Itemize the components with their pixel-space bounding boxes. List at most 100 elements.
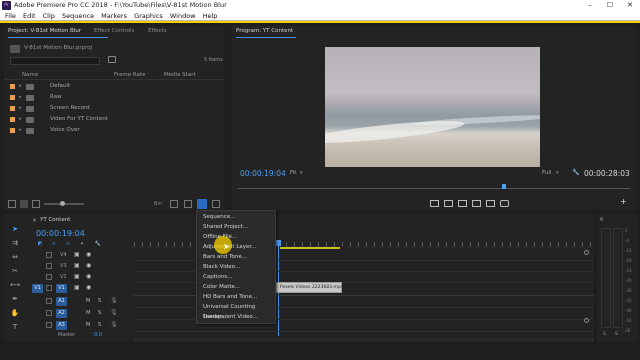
hand-tool-icon[interactable]: ✋ xyxy=(10,308,20,318)
track-target-a1[interactable]: A1 xyxy=(56,297,67,306)
icon-view-icon[interactable] xyxy=(32,200,40,208)
chevron-down-icon[interactable]: ▾ xyxy=(556,170,559,176)
scroll-handle[interactable] xyxy=(584,318,589,323)
new-search-bin-icon[interactable] xyxy=(108,56,116,63)
menu-clip[interactable]: Clip xyxy=(43,11,55,21)
writable-lock-icon[interactable] xyxy=(8,200,16,208)
chevron-down-icon[interactable]: ▾ xyxy=(300,170,303,176)
scroll-handle[interactable] xyxy=(584,250,589,255)
column-media-start[interactable]: Media Start xyxy=(164,70,196,80)
mute-toggle[interactable]: M xyxy=(86,322,90,328)
list-item[interactable]: ▸ Default xyxy=(4,81,224,92)
track-sync-lock-icon[interactable]: ▣ xyxy=(74,284,80,291)
mute-toggle[interactable]: M xyxy=(86,310,90,316)
track-select-tool-icon[interactable]: ⇉ xyxy=(10,238,20,248)
close-tab-icon[interactable]: × xyxy=(32,217,37,224)
snap-magnet-icon[interactable]: ∩ xyxy=(50,240,58,248)
comparison-view-icon[interactable] xyxy=(472,200,481,207)
track-lock-icon[interactable] xyxy=(46,310,52,316)
safe-margins-icon[interactable] xyxy=(458,200,467,207)
menu-item-transparent-video[interactable]: Transparent Video... xyxy=(203,312,277,322)
list-item[interactable]: ▸ Screen Record xyxy=(4,103,224,114)
track-target-v1[interactable]: V1 xyxy=(56,284,67,293)
disclosure-triangle-icon[interactable]: ▸ xyxy=(19,103,22,114)
zoom-slider-handle[interactable] xyxy=(60,201,65,206)
menu-sequence[interactable]: Sequence xyxy=(62,11,94,21)
track-target-a3[interactable]: A3 xyxy=(56,321,67,330)
menu-item-sequence[interactable]: Sequence... xyxy=(203,212,277,222)
tab-effects[interactable]: Effects xyxy=(148,26,167,37)
horizontal-scrollbar[interactable] xyxy=(134,338,594,341)
disclosure-triangle-icon[interactable]: ▸ xyxy=(19,81,22,92)
tab-effect-controls[interactable]: Effect Controls xyxy=(94,26,134,37)
master-volume-value[interactable]: 0.0 xyxy=(94,332,102,338)
program-monitor-title[interactable]: Program: YT Content xyxy=(236,26,293,37)
track-eye-icon[interactable]: ◉ xyxy=(86,273,91,280)
clear-icon[interactable] xyxy=(212,200,220,208)
new-bin-icon[interactable] xyxy=(184,200,192,208)
add-button-icon[interactable]: + xyxy=(620,197,627,206)
track-lock-icon[interactable] xyxy=(46,274,52,280)
minimize-button[interactable]: – xyxy=(580,0,600,11)
search-input[interactable] xyxy=(10,57,100,65)
menu-item-bars-and-tone[interactable]: Bars and Tone... xyxy=(203,252,277,262)
list-item[interactable]: ▸ Video For YT Content xyxy=(4,114,224,125)
track-sync-lock-icon[interactable]: ▣ xyxy=(74,251,80,258)
track-sync-lock-icon[interactable]: ▣ xyxy=(74,273,80,280)
track-lock-icon[interactable] xyxy=(46,285,52,291)
wrench-icon[interactable]: 🔧 xyxy=(572,169,579,176)
solo-right-button[interactable]: S xyxy=(615,332,618,337)
video-clip[interactable]: Pexels Videos 2223683.mp4 xyxy=(276,282,344,293)
add-marker-icon[interactable]: ▾ xyxy=(78,240,86,248)
type-tool-icon[interactable]: T xyxy=(10,322,20,332)
track-lock-icon[interactable] xyxy=(46,263,52,269)
menu-markers[interactable]: Markers xyxy=(101,11,127,21)
voice-over-record-icon[interactable]: 🎙 xyxy=(110,309,118,316)
column-name[interactable]: Name xyxy=(22,70,38,80)
program-timecode[interactable]: 00:00:19:04 xyxy=(240,169,286,178)
menu-help[interactable]: Help xyxy=(203,11,218,21)
fit-dropdown[interactable]: Fit xyxy=(290,170,296,176)
solo-toggle[interactable]: S xyxy=(98,298,101,304)
track-lock-icon[interactable] xyxy=(46,298,52,304)
playback-scrubber[interactable] xyxy=(238,188,630,189)
track-eye-icon[interactable]: ◉ xyxy=(86,284,91,291)
mute-toggle[interactable]: M xyxy=(86,298,90,304)
voice-over-record-icon[interactable]: 🎙 xyxy=(110,321,118,328)
menu-item-captions[interactable]: Captions... xyxy=(203,272,277,282)
resolution-dropdown[interactable]: Full xyxy=(542,170,551,176)
disclosure-triangle-icon[interactable]: ▸ xyxy=(19,114,22,125)
vr-video-icon[interactable] xyxy=(486,200,495,207)
track-eye-icon[interactable]: ◉ xyxy=(86,251,91,258)
tab-sequence[interactable]: YT Content xyxy=(40,217,70,223)
close-tab-icon[interactable]: × xyxy=(599,216,604,223)
new-item-button[interactable] xyxy=(197,199,207,209)
menu-edit[interactable]: Edit xyxy=(23,11,36,21)
export-frame-camera-icon[interactable] xyxy=(500,200,509,207)
menu-item-hd-bars-and-tone[interactable]: HD Bars and Tone... xyxy=(203,292,277,302)
timeline-settings-wrench-icon[interactable]: 🔧 xyxy=(94,240,102,248)
track-sync-lock-icon[interactable]: ▣ xyxy=(74,262,80,269)
solo-left-button[interactable]: S xyxy=(603,332,606,337)
column-frame-rate[interactable]: Frame Rate xyxy=(114,70,146,80)
list-view-icon[interactable] xyxy=(20,200,28,208)
timeline-timecode[interactable]: 00:00:19:04 xyxy=(36,229,85,238)
linked-selection-icon[interactable]: ∞ xyxy=(64,240,72,248)
menu-item-universal-counting-leader[interactable]: Universal Counting Leader... xyxy=(203,302,277,320)
track-target-a2[interactable]: A2 xyxy=(56,309,67,318)
solo-toggle[interactable]: S xyxy=(98,310,101,316)
find-icon[interactable] xyxy=(170,200,178,208)
list-item[interactable]: ▸ Voice Over xyxy=(4,125,224,136)
playhead[interactable] xyxy=(502,184,506,189)
menu-item-shared-project[interactable]: Shared Project... xyxy=(203,222,277,232)
menu-graphics[interactable]: Graphics xyxy=(134,11,163,21)
maximize-button[interactable]: ☐ xyxy=(600,0,620,11)
selection-tool-icon[interactable]: ➤ xyxy=(10,224,20,234)
disclosure-triangle-icon[interactable]: ▸ xyxy=(19,125,22,136)
razor-tool-icon[interactable]: ✂ xyxy=(10,266,20,276)
menu-item-black-video[interactable]: Black Video... xyxy=(203,262,277,272)
menu-item-color-matte[interactable]: Color Matte... xyxy=(203,282,277,292)
disclosure-triangle-icon[interactable]: ▸ xyxy=(19,92,22,103)
menu-file[interactable]: File xyxy=(5,11,16,21)
menu-window[interactable]: Window xyxy=(170,11,196,21)
